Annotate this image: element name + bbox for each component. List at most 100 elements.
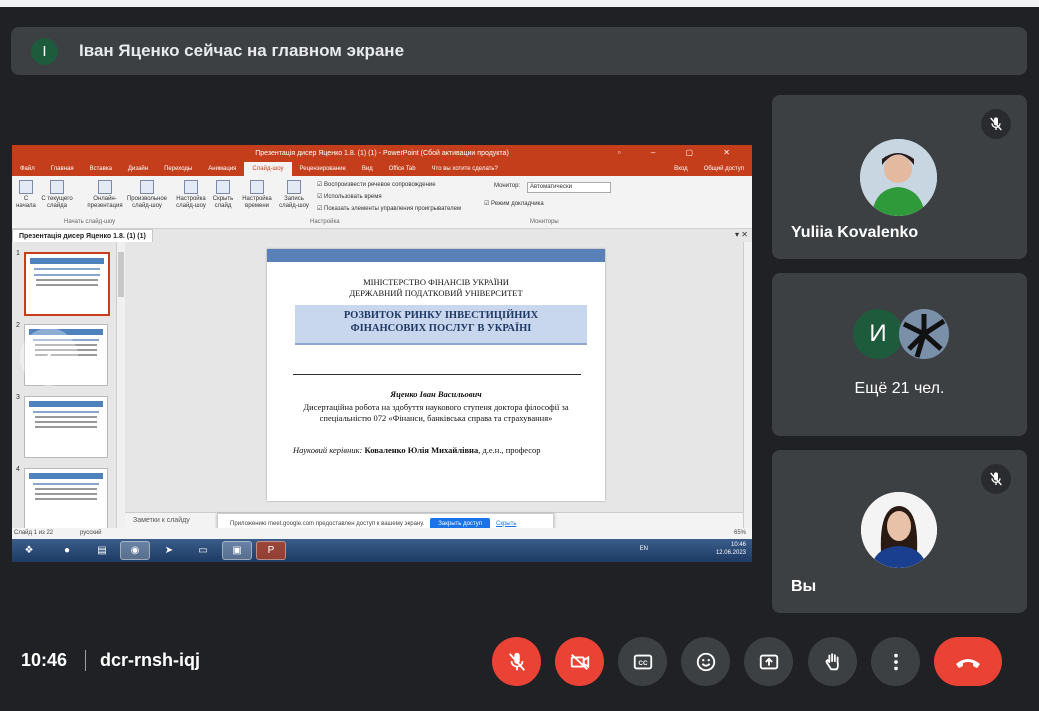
monitor-label: Монитор:: [494, 183, 521, 189]
keyboard-language[interactable]: EN: [640, 545, 648, 553]
participant-name: Yuliia Kovalenko: [791, 224, 919, 241]
others-tile[interactable]: И Ещё 21 чел.: [772, 273, 1027, 436]
captions-button[interactable]: CC: [618, 637, 667, 686]
tell-me-search[interactable]: Что вы хотите сделать?: [424, 162, 506, 176]
avatar: И: [853, 309, 903, 359]
window-title: Презентація дисер Яценко 1.8. (1) (1) - …: [255, 150, 509, 157]
powerpoint-icon[interactable]: P: [256, 541, 286, 560]
close-icon[interactable]: ▾ ✕: [735, 230, 748, 239]
firefox-icon[interactable]: ●: [52, 541, 82, 560]
powerpoint-title-bar: Презентація дисер Яценко 1.8. (1) (1) - …: [12, 145, 752, 162]
tab-office-tab[interactable]: Office Tab: [381, 162, 424, 176]
tab-review[interactable]: Рецензирование: [292, 162, 354, 176]
custom-slideshow-button[interactable]: Произвольное слайд-шоу: [124, 180, 170, 210]
thumbnail-scrollbar[interactable]: [116, 242, 125, 528]
slide-desc-1: Дисертаційна робота на здобуття науковог…: [303, 402, 569, 412]
telegram-icon[interactable]: ➤: [154, 541, 184, 560]
tab-design[interactable]: Дизайн: [120, 162, 156, 176]
thumbnail-slide-3[interactable]: [24, 396, 108, 458]
others-count: Ещё 21 чел.: [854, 380, 945, 397]
window-controls[interactable]: ▫ – ▢ ✕: [618, 148, 744, 157]
tab-home[interactable]: Главная: [43, 162, 82, 176]
presenting-text: Іван Яценко сейчас на главном экране: [79, 41, 405, 60]
rehearse-timings-button[interactable]: Настройка времени: [238, 180, 276, 210]
raise-hand-button[interactable]: [808, 637, 857, 686]
system-tray: EN 10:46 12.06.2023: [640, 541, 746, 557]
monitor-select[interactable]: Автоматически: [527, 182, 611, 193]
windows-taskbar: ❖ ● ▤ ◉ ➤ ▭ ▣ P EN 10:46 12.06.2023: [12, 539, 752, 562]
share-button[interactable]: Общий доступ: [696, 162, 752, 176]
sign-in-link[interactable]: Вход: [666, 162, 696, 176]
leave-call-button[interactable]: [934, 637, 1002, 686]
slide-header-bar: [267, 249, 605, 262]
meeting-time: 10:46: [21, 650, 68, 670]
camera-button[interactable]: [555, 637, 604, 686]
meeting-code[interactable]: dcr-rnsh-iqj: [100, 650, 200, 671]
reactions-button[interactable]: [681, 637, 730, 686]
folder-icon[interactable]: ▭: [188, 541, 218, 560]
tab-transitions[interactable]: Переходы: [156, 162, 200, 176]
from-start-button[interactable]: С начала: [14, 180, 38, 210]
from-current-button[interactable]: С текущего слайда: [40, 180, 74, 210]
record-slideshow-button[interactable]: Запись слайд-шоу: [275, 180, 313, 210]
tray-time: 10:46: [730, 542, 746, 548]
hide-slide-icon: [216, 180, 230, 194]
tab-insert[interactable]: Вставка: [82, 162, 120, 176]
presenting-banner: I Іван Яценко сейчас на главном экране: [11, 27, 1027, 75]
start-icon[interactable]: ❖: [14, 541, 44, 560]
status-bar: Слайд 1 из 22 русский 65%: [12, 528, 752, 539]
hide-notification-link[interactable]: Скрыть: [496, 521, 516, 527]
group-start: Начать слайд-шоу: [64, 219, 116, 225]
online-icon: [98, 180, 112, 194]
chrome-icon[interactable]: ◉: [120, 541, 150, 560]
thumb-number: 3: [16, 394, 20, 401]
slide-university: ДЕРЖАВНИЙ ПОДАТКОВИЙ УНІВЕРСИТЕТ: [349, 288, 523, 298]
tray-date: 12.06.2023: [715, 550, 746, 556]
present-screen-icon: [759, 654, 778, 669]
slideshow-current-icon: [50, 180, 64, 194]
document-tab[interactable]: Презентація дисер Яценко 1.8. (1) (1): [12, 229, 153, 243]
sharing-text: Приложению meet.google.com предоставлен …: [230, 520, 425, 527]
editor-scrollbar[interactable]: [743, 242, 752, 528]
more-vert-icon: [893, 653, 898, 670]
slide-counter: Слайд 1 из 22: [14, 530, 54, 536]
slide-title-line2: ФІНАНСОВИХ ПОСЛУГ В УКРАЇНІ: [350, 323, 532, 334]
chevron-left-icon[interactable]: ‹: [20, 328, 78, 386]
app-icon[interactable]: ▣: [222, 541, 252, 560]
tab-view[interactable]: Вид: [354, 162, 381, 176]
tab-file[interactable]: Файл: [12, 162, 43, 176]
avatar: [861, 492, 937, 568]
microphone-button[interactable]: [492, 637, 541, 686]
online-presentation-button[interactable]: Онлайн-презентация: [82, 180, 128, 210]
setup-slideshow-button[interactable]: Настройка слайд-шоу: [172, 180, 210, 210]
more-options-button[interactable]: [871, 637, 920, 686]
tab-animation[interactable]: Анимация: [200, 162, 244, 176]
hide-slide-button[interactable]: Скрыть слайд: [210, 180, 236, 210]
shared-screen[interactable]: Презентація дисер Яценко 1.8. (1) (1) - …: [12, 145, 752, 562]
thumbnail-slide-1[interactable]: [24, 252, 110, 316]
presenter-view-checkbox[interactable]: Режим докладчика: [484, 200, 544, 207]
slide-author: Яценко Іван Васильович: [390, 389, 482, 399]
mic-off-icon: [508, 652, 525, 671]
slide-thumbnails: 1 2 3 4: [12, 242, 124, 530]
thumb-number: 1: [16, 250, 20, 257]
record-icon: [287, 180, 301, 194]
mic-off-icon: [981, 464, 1011, 494]
divider: [85, 650, 86, 671]
document-tab-bar: Презентація дисер Яценко 1.8. (1) (1) ▾ …: [12, 229, 752, 243]
thumbnail-slide-4[interactable]: [24, 468, 108, 530]
timer-icon: [250, 180, 264, 194]
slideshow-icon: [19, 180, 33, 194]
group-monitors: Мониторы: [530, 219, 559, 225]
narration-checkbox[interactable]: Воспроизвести речевое сопровождение: [317, 181, 436, 188]
top-edge: [0, 0, 1039, 7]
present-button[interactable]: [744, 637, 793, 686]
zoom-level[interactable]: 65%: [734, 528, 746, 539]
media-controls-checkbox[interactable]: Показать элементы управления проигрывате…: [317, 205, 461, 212]
notepad-icon[interactable]: ▤: [87, 541, 117, 560]
timings-checkbox[interactable]: Использовать время: [317, 193, 382, 200]
self-tile: Вы: [772, 450, 1027, 613]
tab-slideshow[interactable]: Слайд-шоу: [244, 162, 292, 176]
slide-ministry: МІНІСТЕРСТВО ФІНАНСІВ УКРАЇНИ: [363, 277, 509, 287]
closed-captions-icon: CC: [633, 654, 652, 669]
